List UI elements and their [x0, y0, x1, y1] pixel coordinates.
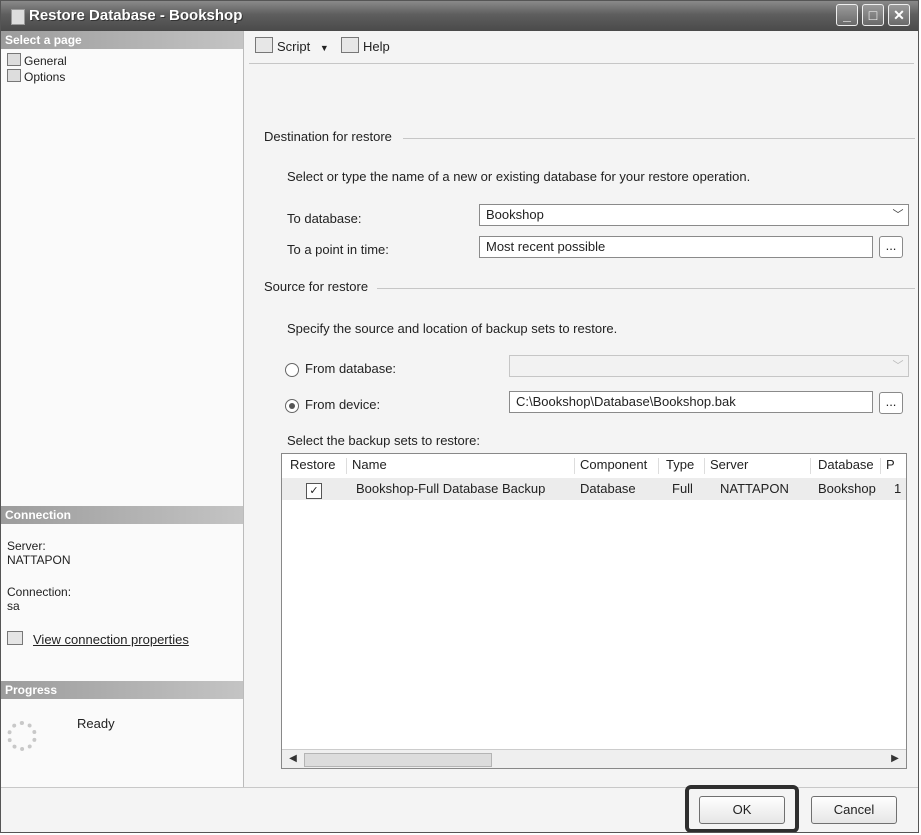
- column-header-component[interactable]: Component: [580, 457, 647, 472]
- restore-checkbox[interactable]: ✓: [306, 483, 322, 499]
- scrollbar-thumb[interactable]: [304, 753, 492, 767]
- chevron-down-icon: ﹀: [892, 209, 904, 221]
- properties-icon: [7, 631, 23, 645]
- minimize-button[interactable]: _: [836, 4, 858, 26]
- cancel-button[interactable]: Cancel: [811, 796, 897, 824]
- progress-header: Progress: [1, 681, 243, 699]
- restore-database-window: Restore Database - Bookshop _ □ ✕ Select…: [0, 0, 919, 833]
- horizontal-scrollbar[interactable]: ◀ ▶: [282, 749, 906, 768]
- window-title: Restore Database - Bookshop: [29, 7, 243, 24]
- point-in-time-field[interactable]: Most recent possible: [479, 236, 873, 258]
- from-database-label: From database:: [305, 361, 397, 376]
- scroll-right-icon[interactable]: ▶: [888, 752, 902, 766]
- from-database-radio[interactable]: [285, 363, 299, 377]
- connection-value: sa: [7, 599, 20, 613]
- title-bar: Restore Database - Bookshop _ □ ✕: [1, 1, 918, 31]
- from-device-label: From device:: [305, 397, 381, 412]
- from-device-browse-button[interactable]: ...: [879, 392, 903, 414]
- point-in-time-browse-button[interactable]: ...: [879, 236, 903, 258]
- row-name: Bookshop-Full Database Backup: [356, 481, 546, 496]
- maximize-button[interactable]: □: [862, 4, 884, 26]
- script-icon: [255, 37, 273, 53]
- page-item-options[interactable]: Options: [7, 69, 65, 84]
- section-divider: [403, 138, 915, 139]
- connection-header: Connection: [1, 506, 243, 524]
- column-header-p[interactable]: P: [886, 457, 895, 472]
- page-icon: [7, 69, 21, 82]
- help-icon: [341, 37, 359, 53]
- row-server: NATTAPON: [720, 481, 789, 496]
- from-device-radio[interactable]: [285, 399, 299, 413]
- script-button[interactable]: Script ▼: [255, 37, 329, 54]
- from-device-field[interactable]: C:\Bookshop\Database\Bookshop.bak: [509, 391, 873, 413]
- connection-label: Connection:: [7, 585, 72, 599]
- to-database-label: To database:: [287, 211, 362, 226]
- chevron-down-icon: ﹀: [892, 360, 904, 372]
- destination-section-title: Destination for restore: [264, 129, 392, 144]
- progress-status: Ready: [77, 716, 115, 731]
- row-component: Database: [580, 481, 636, 496]
- source-description: Specify the source and location of backu…: [287, 321, 618, 336]
- source-section-title: Source for restore: [264, 279, 369, 294]
- view-connection-properties-link[interactable]: View connection properties: [7, 631, 189, 647]
- close-button[interactable]: ✕: [888, 4, 910, 26]
- page-item-general[interactable]: General: [7, 53, 67, 68]
- column-header-type[interactable]: Type: [666, 457, 694, 472]
- row-database: Bookshop: [818, 481, 876, 496]
- to-database-combobox[interactable]: Bookshop ﹀: [479, 204, 909, 226]
- from-database-combobox[interactable]: ﹀: [509, 355, 909, 377]
- left-panel: Select a page General Options Connection…: [1, 31, 244, 787]
- row-type: Full: [672, 481, 693, 496]
- server-label: Server:: [7, 539, 46, 553]
- page-icon: [7, 53, 21, 66]
- toolbar-divider: [249, 63, 914, 64]
- backup-sets-label: Select the backup sets to restore:: [287, 433, 480, 448]
- scroll-left-icon[interactable]: ◀: [286, 752, 300, 766]
- progress-spinner-icon: [7, 721, 37, 751]
- point-in-time-label: To a point in time:: [287, 242, 389, 257]
- row-p: 1: [894, 481, 902, 496]
- dropdown-arrow-icon: ▼: [319, 43, 329, 53]
- help-button[interactable]: Help: [341, 37, 390, 54]
- column-header-name[interactable]: Name: [352, 457, 387, 472]
- grid-header: Restore Name Component Type Server Datab…: [282, 454, 906, 476]
- section-divider: [377, 288, 915, 289]
- database-icon: [11, 9, 25, 25]
- server-value: NATTAPON: [7, 553, 71, 567]
- column-header-database[interactable]: Database: [818, 457, 874, 472]
- ok-button-highlight: [685, 785, 799, 832]
- destination-description: Select or type the name of a new or exis…: [287, 169, 751, 184]
- select-page-header: Select a page: [1, 31, 243, 49]
- column-header-restore[interactable]: Restore: [290, 457, 336, 472]
- backup-sets-grid[interactable]: Restore Name Component Type Server Datab…: [281, 453, 907, 769]
- column-header-server[interactable]: Server: [710, 457, 748, 472]
